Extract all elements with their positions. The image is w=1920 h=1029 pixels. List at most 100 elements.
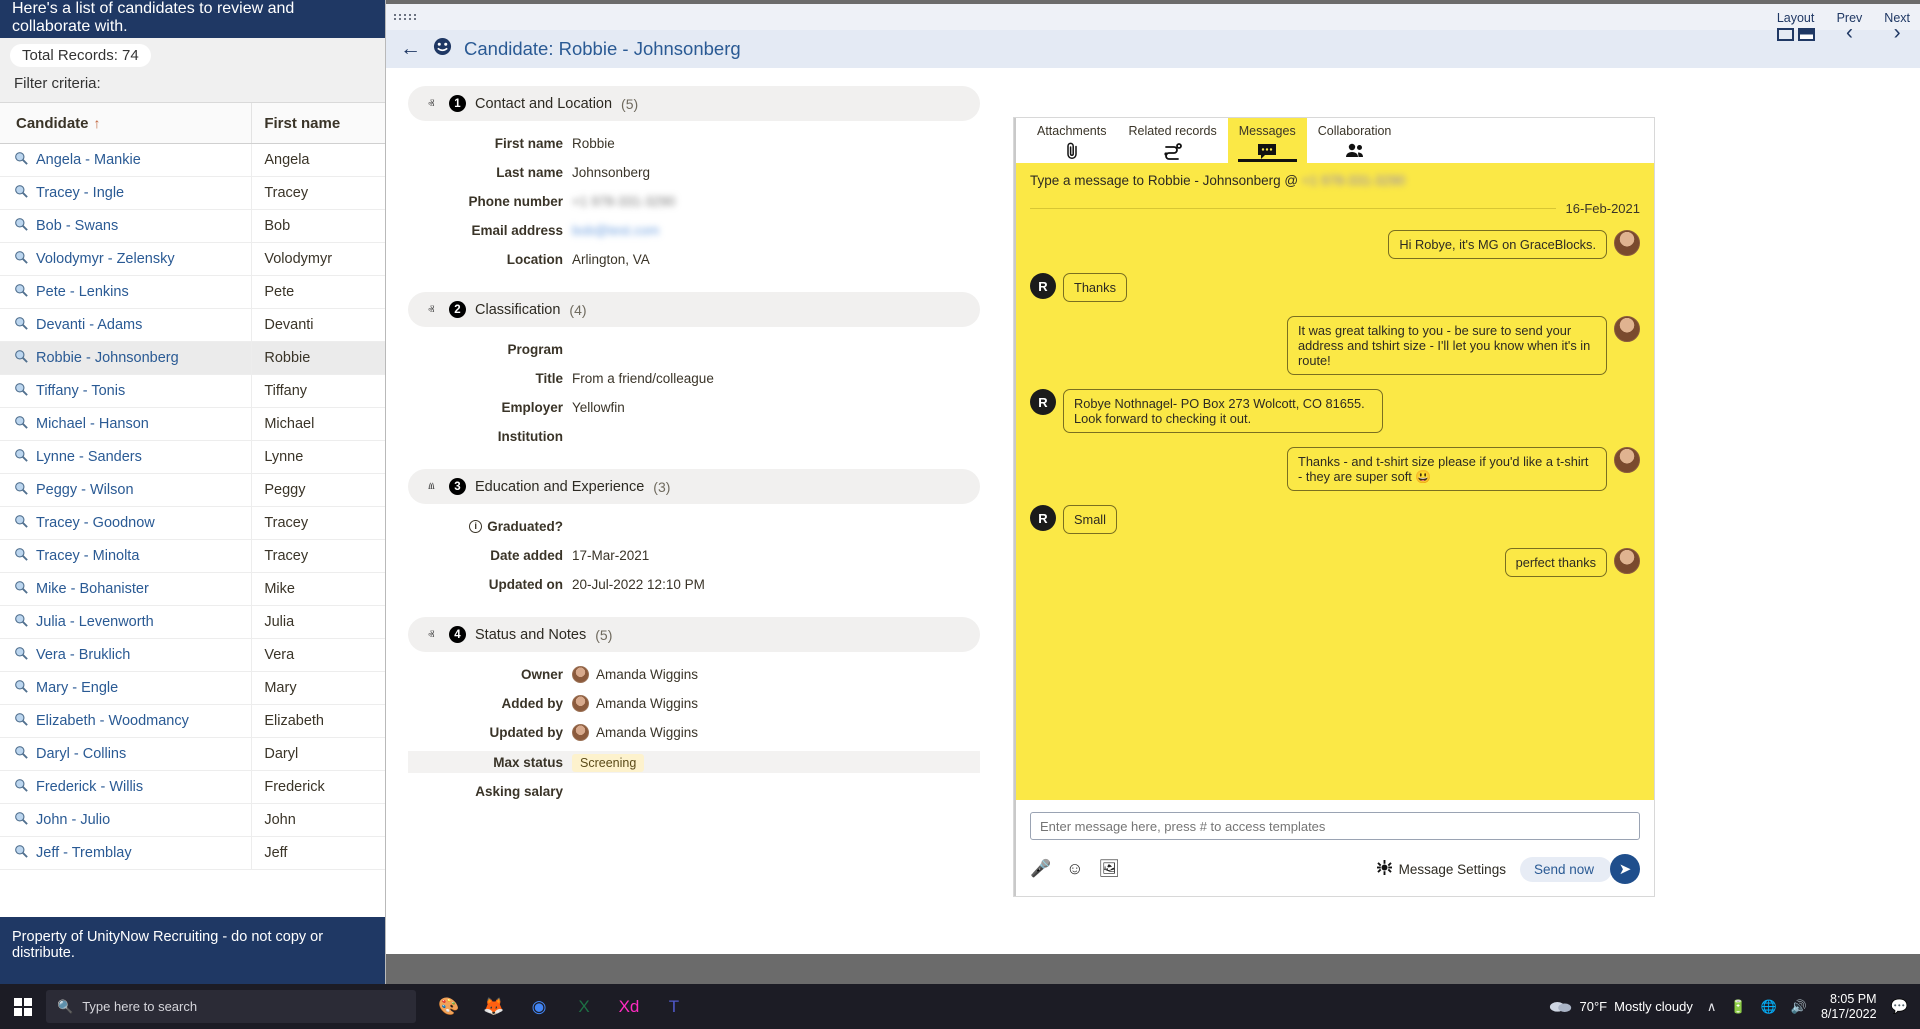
candidate-link[interactable]: Pete - Lenkins <box>0 283 251 302</box>
table-row[interactable]: Pete - Lenkins Pete <box>0 275 385 309</box>
table-row[interactable]: Michael - Hanson Michael <box>0 407 385 441</box>
table-row[interactable]: Peggy - Wilson Peggy <box>0 473 385 507</box>
column-header-first-name[interactable]: First name <box>251 103 385 143</box>
compose-hint-prefix: Type a message to Robbie - Johnsonberg @ <box>1030 173 1299 188</box>
table-row[interactable]: Frederick - Willis Frederick <box>0 770 385 804</box>
candidate-link[interactable]: Mike - Bohanister <box>0 580 251 599</box>
tab-collaboration[interactable]: Collaboration <box>1307 118 1403 163</box>
network-icon[interactable]: 🌐 <box>1761 999 1777 1015</box>
candidate-link[interactable]: Tiffany - Tonis <box>0 382 251 401</box>
candidate-link[interactable]: Tracey - Goodnow <box>0 514 251 533</box>
next-record-control[interactable]: Next › <box>1884 11 1910 43</box>
back-arrow-icon[interactable]: ← <box>400 37 421 61</box>
field-label-text: Date added <box>490 548 563 563</box>
table-row[interactable]: Daryl - Collins Daryl <box>0 737 385 771</box>
candidate-rows: Angela - Mankie Angela Tracey - Ingle Trace… <box>0 144 385 917</box>
battery-icon[interactable]: 🔋 <box>1730 999 1746 1015</box>
drag-grip-icon[interactable] <box>394 14 417 20</box>
excel-icon[interactable]: X <box>567 990 601 1024</box>
notification-icon[interactable]: 💬 <box>1891 998 1908 1015</box>
section-number-badge: 4 <box>449 626 466 643</box>
image-icon[interactable]: 🖼 <box>1099 859 1121 879</box>
field-label-text: Max status <box>493 754 563 770</box>
section-header[interactable]: ⱞ 3 Education and Experience (3) <box>408 469 980 504</box>
show-hidden-icons-chevron[interactable]: ∧ <box>1707 999 1717 1015</box>
candidate-link[interactable]: Vera - Bruklich <box>0 646 251 665</box>
section-chevron-icon[interactable]: ⱏ <box>428 96 440 112</box>
candidate-link[interactable]: Frederick - Willis <box>0 778 251 797</box>
taskbar-search[interactable]: 🔍 Type here to search <box>46 990 416 1023</box>
candidate-link[interactable]: Devanti - Adams <box>0 316 251 335</box>
section-header[interactable]: ⱏ 2 Classification (4) <box>408 292 980 327</box>
candidate-link[interactable]: Tracey - Minolta <box>0 547 251 566</box>
table-row[interactable]: Jeff - Tremblay Jeff <box>0 836 385 870</box>
message-settings-button[interactable]: Message Settings <box>1376 860 1506 878</box>
chevron-right-icon[interactable]: › <box>1894 22 1901 43</box>
weather-temp: 70°F <box>1579 999 1608 1014</box>
chevron-left-icon[interactable]: ‹ <box>1846 22 1853 43</box>
candidate-link[interactable]: Lynne - Sanders <box>0 448 251 467</box>
table-row[interactable]: Angela - Mankie Angela <box>0 144 385 177</box>
table-row[interactable]: Tracey - Ingle Tracey <box>0 176 385 210</box>
candidate-link[interactable]: Robbie - Johnsonberg <box>0 349 251 368</box>
paint-3d-icon[interactable]: 🎨 <box>432 990 466 1024</box>
section-header[interactable]: ⱏ 4 Status and Notes (5) <box>408 617 980 652</box>
layout-single-icon[interactable] <box>1776 27 1794 41</box>
table-row[interactable]: Tiffany - Tonis Tiffany <box>0 374 385 408</box>
table-row[interactable]: Bob - Swans Bob <box>0 209 385 243</box>
weather-widget[interactable]: 70°F Mostly cloudy <box>1549 997 1693 1016</box>
xd-icon[interactable]: Xd <box>612 990 646 1024</box>
table-row[interactable]: Elizabeth - Woodmancy Elizabeth <box>0 704 385 738</box>
table-row[interactable]: Tracey - Minolta Tracey <box>0 539 385 573</box>
firefox-icon[interactable]: 🦊 <box>477 990 511 1024</box>
prev-record-control[interactable]: Prev ‹ <box>1837 11 1863 43</box>
section-chevron-icon[interactable]: ⱏ <box>428 302 440 318</box>
section-chevron-icon[interactable]: ⱏ <box>428 627 440 643</box>
tab-attachments[interactable]: Attachments <box>1026 118 1117 163</box>
candidate-link[interactable]: Volodymyr - Zelensky <box>0 250 251 269</box>
table-row[interactable]: Vera - Bruklich Vera <box>0 638 385 672</box>
info-icon[interactable]: i <box>469 520 483 533</box>
avatar-initial: R <box>1030 273 1056 299</box>
send-now-button[interactable]: Send now <box>1519 856 1612 882</box>
table-row[interactable]: Lynne - Sanders Lynne <box>0 440 385 474</box>
candidate-link[interactable]: Daryl - Collins <box>0 745 251 764</box>
candidate-link[interactable]: Peggy - Wilson <box>0 481 251 500</box>
candidate-link[interactable]: Julia - Levenworth <box>0 613 251 632</box>
layout-icon-set[interactable] <box>1776 27 1815 41</box>
table-row[interactable]: Julia - Levenworth Julia <box>0 605 385 639</box>
tab-messages[interactable]: Messages <box>1227 118 1307 163</box>
layout-split-icon[interactable] <box>1797 27 1815 41</box>
magnifier-icon <box>14 481 29 500</box>
teams-icon[interactable]: T <box>657 990 691 1024</box>
emoji-icon[interactable]: ☺ <box>1066 859 1083 879</box>
candidate-link[interactable]: Tracey - Ingle <box>0 184 251 203</box>
table-row[interactable]: Robbie - Johnsonberg Robbie <box>0 341 385 375</box>
layout-control[interactable]: Layout <box>1776 11 1815 41</box>
microphone-icon[interactable]: 🎤 <box>1030 859 1051 879</box>
table-row[interactable]: Devanti - Adams Devanti <box>0 308 385 342</box>
table-row[interactable]: Tracey - Goodnow Tracey <box>0 506 385 540</box>
send-icon[interactable]: ➤ <box>1610 854 1640 884</box>
start-button[interactable] <box>0 997 46 1016</box>
section-chevron-icon[interactable]: ⱞ <box>428 479 440 495</box>
candidate-link[interactable]: Elizabeth - Woodmancy <box>0 712 251 731</box>
clock[interactable]: 8:05 PM 8/17/2022 <box>1821 992 1877 1022</box>
volume-icon[interactable]: 🔊 <box>1791 999 1807 1015</box>
candidate-link[interactable]: Jeff - Tremblay <box>0 844 251 863</box>
section-number-badge: 2 <box>449 301 466 318</box>
section-header[interactable]: ⱏ 1 Contact and Location (5) <box>408 86 980 121</box>
candidate-link[interactable]: Mary - Engle <box>0 679 251 698</box>
message-input[interactable] <box>1030 812 1640 840</box>
tab-related-records[interactable]: Related records <box>1117 118 1227 163</box>
table-row[interactable]: John - Julio John <box>0 803 385 837</box>
candidate-link[interactable]: Angela - Mankie <box>0 151 251 170</box>
table-row[interactable]: Volodymyr - Zelensky Volodymyr <box>0 242 385 276</box>
table-row[interactable]: Mike - Bohanister Mike <box>0 572 385 606</box>
candidate-link[interactable]: Michael - Hanson <box>0 415 251 434</box>
chrome-icon[interactable]: ◉ <box>522 990 556 1024</box>
candidate-link[interactable]: Bob - Swans <box>0 217 251 236</box>
column-header-candidate[interactable]: Candidate ↑ <box>0 115 251 132</box>
table-row[interactable]: Mary - Engle Mary <box>0 671 385 705</box>
candidate-link[interactable]: John - Julio <box>0 811 251 830</box>
